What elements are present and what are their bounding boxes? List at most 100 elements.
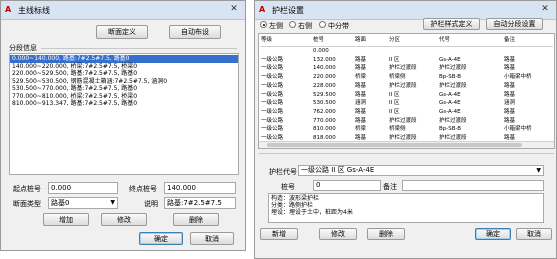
cancel-button[interactable]: 取消 [190, 232, 234, 245]
close-icon[interactable]: ✕ [538, 3, 552, 15]
table-cell: Gs-A-4E [439, 91, 461, 98]
table-cell: 护栏过渡段 [389, 82, 417, 89]
code-select[interactable]: 一级公路 II 区 Gs-A-4E ▼ [298, 165, 544, 176]
table-cell: Bp-SB-B [439, 126, 462, 133]
table-cell: 路基 [504, 91, 516, 98]
radio-right[interactable] [289, 21, 296, 28]
col-header-pile[interactable]: 桩号 [312, 34, 354, 47]
segment-group-label: 分段信息 [9, 44, 37, 52]
add-button[interactable]: 增加 [43, 213, 89, 226]
col-header-surface[interactable]: 路面 [354, 34, 388, 47]
table-cell: 桥梁侧 [389, 126, 406, 133]
table-cell: 小箱梁中桥 [504, 74, 532, 81]
table-cell: II 区 [389, 91, 400, 98]
list-item[interactable]: 529.500~530.500, 钢筋混凝土箱涵:7#2.5#7.5, 涵洞0 [10, 78, 238, 86]
list-item[interactable]: 810.000~913.347, 路基:7#2.5#7.5, 路基0 [10, 100, 238, 108]
horizontal-scrollbar[interactable] [259, 141, 554, 148]
radio-median-label: 中分带 [328, 22, 349, 30]
table-cell: 770.000 [313, 117, 336, 124]
table-cell: 一级公路 [261, 126, 284, 133]
guardrail-table: 等级 桩号 路面 分区 代号 备注 0.000 一级公路 132.000 路基 II 区… [260, 34, 553, 148]
cancel-button[interactable]: 取消 [516, 228, 552, 240]
table-cell: 228.000 [313, 82, 336, 89]
table-cell: 一级公路 [261, 91, 284, 98]
table-row[interactable]: 一级公路 810.000 桥梁 桥梁侧 Bp-SB-B 小箱梁中桥 [260, 125, 553, 134]
table-cell: 一级公路 [261, 82, 284, 89]
table-cell: 路基 [504, 65, 516, 72]
scrollbar-thumb[interactable] [267, 143, 522, 147]
end-pile-label: 终点桩号 [129, 185, 157, 193]
section-type-label: 断面类型 [13, 200, 41, 208]
table-cell [354, 47, 388, 56]
table-cell [503, 47, 553, 56]
chevron-down-icon: ▼ [536, 167, 541, 174]
table-row[interactable]: 一级公路 762.000 路基 II 区 Gs-A-4E 路基 [260, 108, 553, 117]
table-cell: II 区 [389, 100, 400, 107]
table-cell: 路基 [355, 91, 367, 98]
new-button[interactable]: 新增 [260, 228, 298, 240]
table-cell: 桥梁 [355, 74, 367, 81]
table-cell: Bp-SB-B [439, 74, 462, 81]
delete-button[interactable]: 删除 [367, 228, 405, 240]
section-define-button[interactable]: 断面定义 [96, 25, 148, 39]
auto-segment-button[interactable]: 自动分段设置 [486, 18, 543, 30]
list-item[interactable]: 0.000~140.000, 路基:7#2.5#7.5, 路基0 [10, 55, 238, 63]
table-cell: 桥梁侧 [389, 74, 406, 81]
segment-list[interactable]: 0.000~140.000, 路基:7#2.5#7.5, 路基0 140.000… [9, 53, 239, 175]
radio-left[interactable] [260, 21, 267, 28]
radio-median[interactable] [319, 21, 326, 28]
table-cell: 0.000 [313, 48, 329, 54]
end-pile-input[interactable]: 140.000 [164, 182, 236, 194]
table-row[interactable]: 一级公路 529.500 路基 II 区 Gs-A-4E 路基 [260, 91, 553, 100]
ok-button[interactable]: 确定 [475, 228, 511, 240]
col-header-remark[interactable]: 备注 [503, 34, 553, 47]
start-pile-input[interactable]: 0.000 [48, 182, 118, 194]
table-cell: 路基 [355, 117, 367, 124]
table-cell: 一级公路 [261, 108, 284, 115]
table-cell: 762.000 [313, 108, 336, 115]
guardrail-style-button[interactable]: 护栏样式定义 [423, 18, 480, 30]
window-title: 主线标线 [18, 6, 50, 15]
close-icon[interactable]: ✕ [227, 3, 241, 15]
table-row[interactable]: 一级公路 530.500 涵洞 II 区 Gs-A-4E 涵洞 [260, 99, 553, 108]
table-row[interactable]: 一级公路 140.000 路基 护栏过渡段 护栏过渡段 路基 [260, 64, 553, 73]
section-type-value: 路基0 [51, 199, 70, 207]
description-input[interactable]: 路基:7#2.5#7.5 [164, 197, 236, 209]
window-title: 护栏设置 [272, 6, 304, 15]
table-row[interactable]: 一级公路 132.000 路基 II 区 Gs-A-4E 路基 [260, 56, 553, 65]
pile-input[interactable]: 0 [313, 180, 381, 191]
col-header-zone[interactable]: 分区 [388, 34, 438, 47]
col-header-grade[interactable]: 等级 [260, 34, 312, 47]
table-cell: 一级公路 [261, 56, 284, 63]
list-item[interactable]: 140.000~220.000, 桥梁:7#2.5#7.5, 桥梁0 [10, 63, 238, 71]
section-type-select[interactable]: 路基0 ▼ [48, 197, 118, 209]
table-cell: 路基 [504, 82, 516, 89]
info-line: 分类：路侧护栏 [271, 202, 314, 209]
table-cell: 路基 [504, 117, 516, 124]
table-header-row: 等级 桩号 路面 分区 代号 备注 [260, 34, 553, 47]
list-item[interactable]: 220.000~529.500, 路基:7#2.5#7.5, 路基0 [10, 70, 238, 78]
list-item[interactable]: 770.000~810.000, 桥梁:7#2.5#7.5, 桥梁0 [10, 93, 238, 101]
table-row[interactable]: 一级公路 220.000 桥梁 桥梁侧 Bp-SB-B 小箱梁中桥 [260, 73, 553, 82]
modify-button[interactable]: 修改 [319, 228, 357, 240]
chevron-down-icon: ▼ [110, 199, 115, 206]
table-row[interactable]: 一级公路 228.000 路基 护栏过渡段 护栏过渡段 路基 [260, 82, 553, 91]
table-row[interactable]: 0.000 [260, 47, 553, 56]
table-row[interactable]: 一级公路 770.000 路基 护栏过渡段 护栏过渡段 路基 [260, 117, 553, 126]
modify-button[interactable]: 修改 [101, 213, 147, 226]
table-cell: 小箱梁中桥 [504, 126, 532, 133]
remark-input[interactable] [402, 180, 544, 191]
table-cell: 132.000 [313, 56, 336, 63]
info-line: 构造：波形梁护栏 [271, 195, 320, 202]
ok-button[interactable]: 确定 [139, 232, 183, 245]
table-cell: 529.500 [313, 91, 336, 98]
table-cell: 路基 [355, 82, 367, 89]
auto-layout-button[interactable]: 自动布设 [169, 25, 221, 39]
remark-label: 备注 [383, 183, 397, 191]
list-item[interactable]: 530.500~770.000, 路基:7#2.5#7.5, 路基0 [10, 85, 238, 93]
col-header-code[interactable]: 代号 [438, 34, 503, 47]
table-cell [438, 47, 503, 56]
table-cell: 路基 [355, 65, 367, 72]
delete-button[interactable]: 删除 [173, 213, 219, 226]
table-cell: 护栏过渡段 [389, 65, 417, 72]
